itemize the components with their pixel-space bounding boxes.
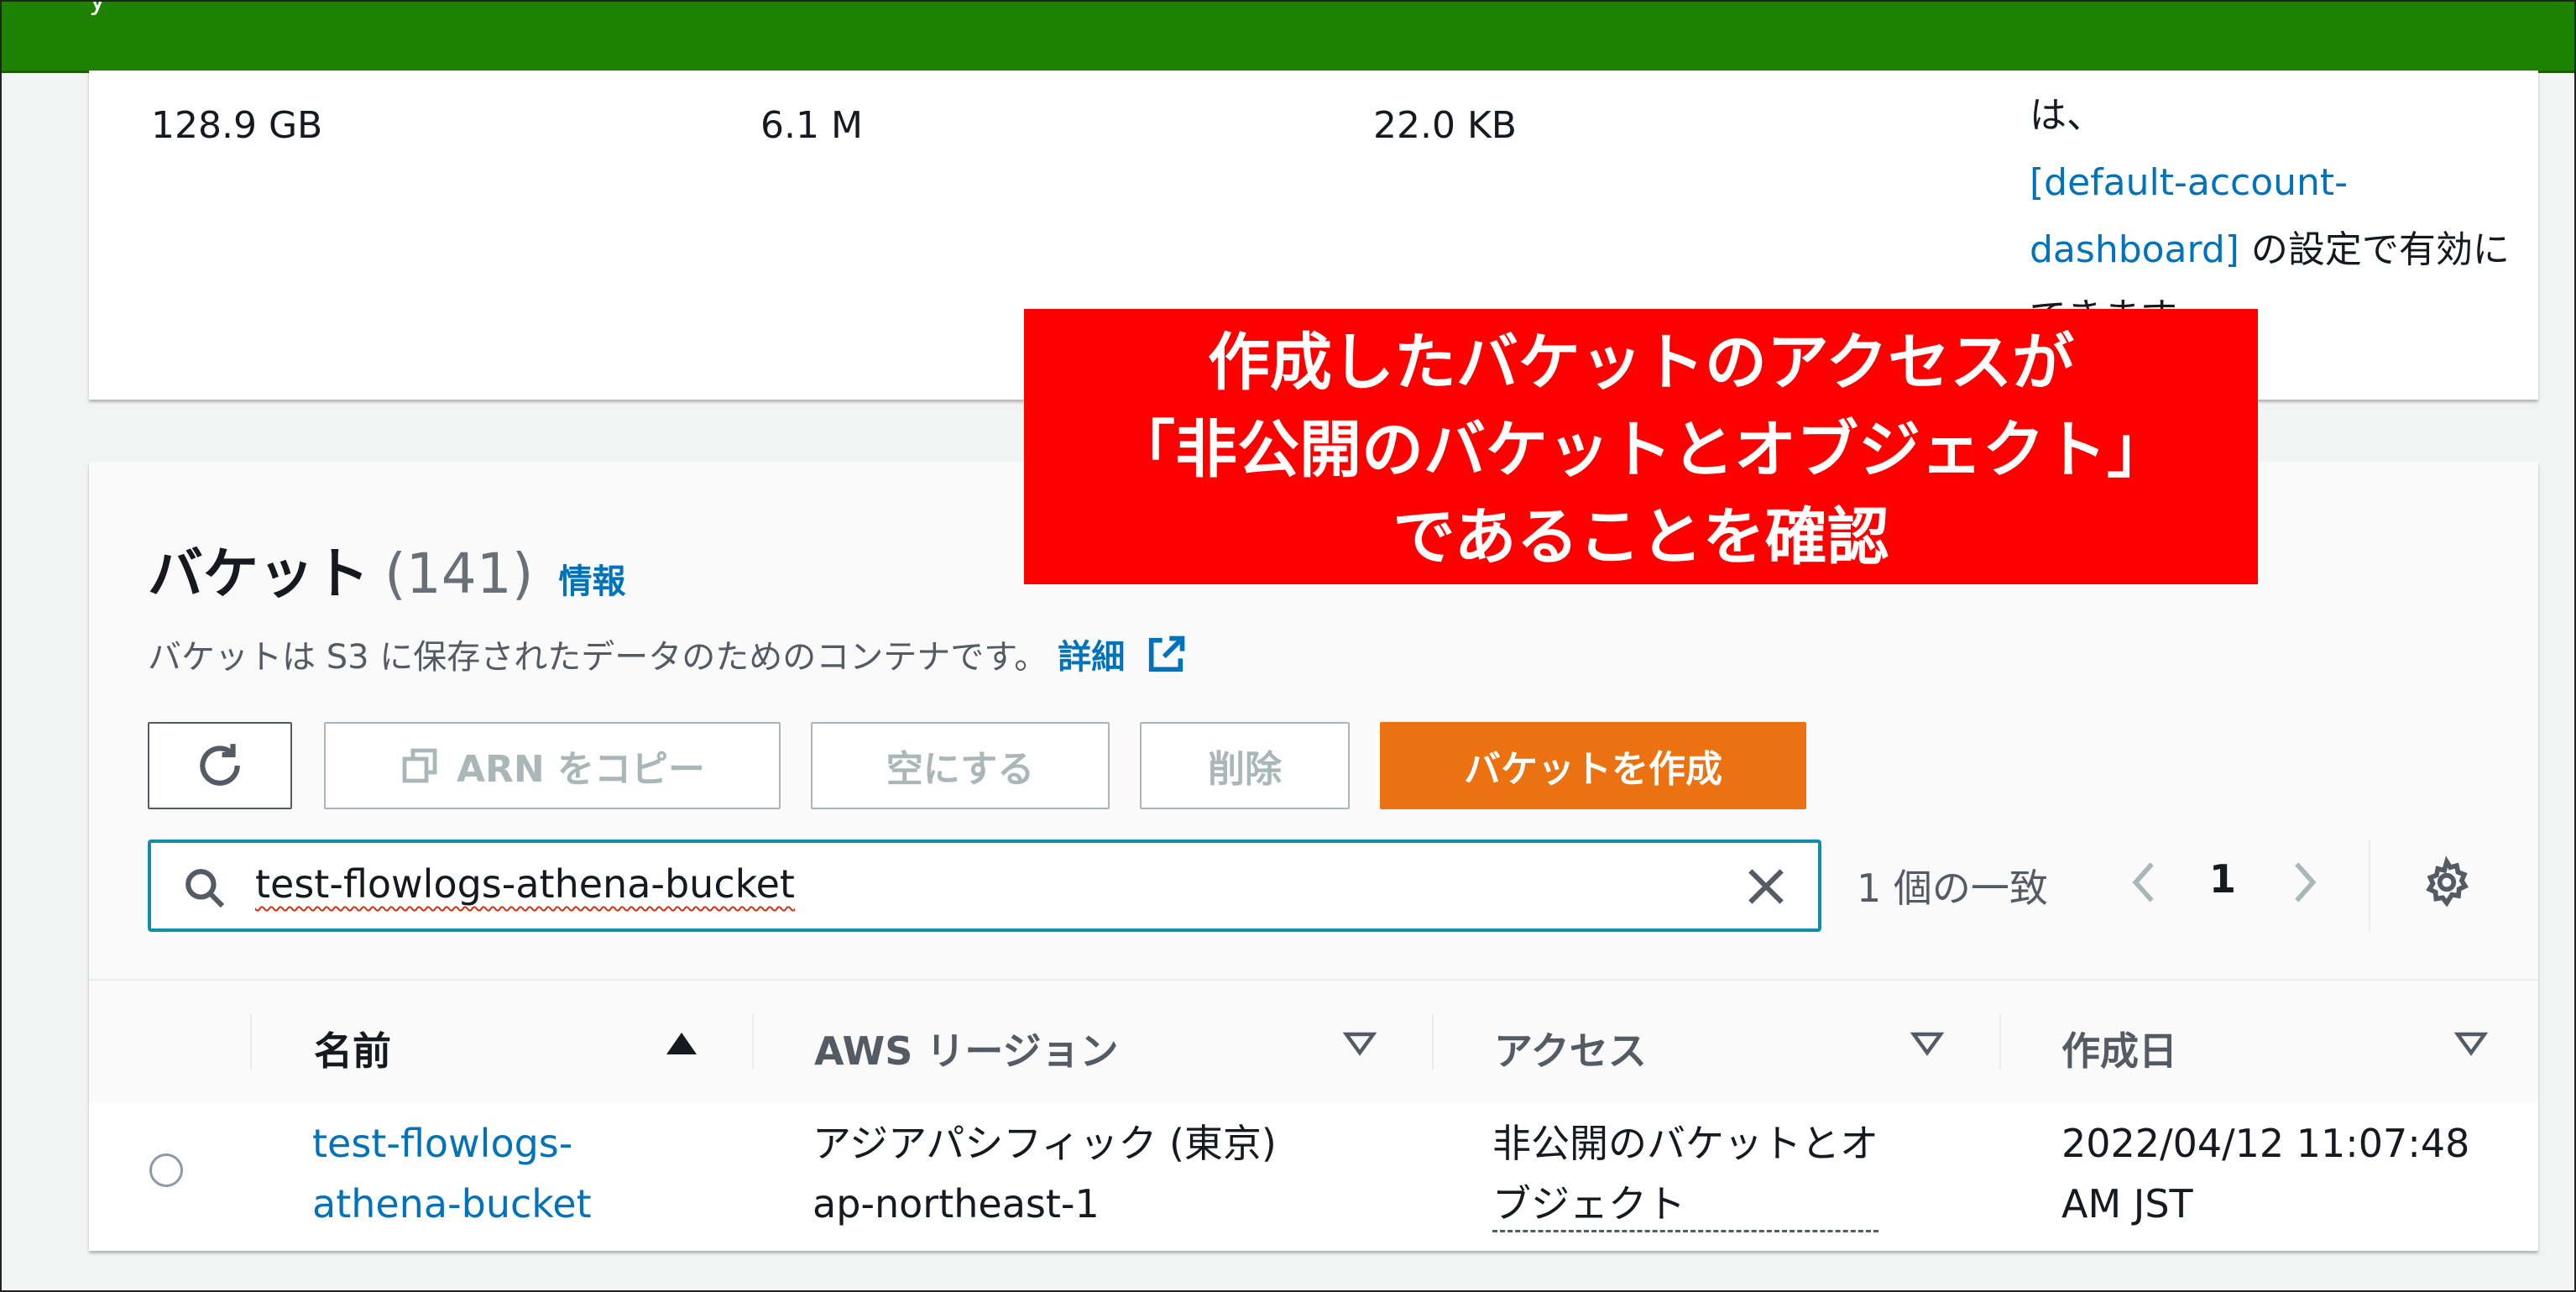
pagination-divider bbox=[2369, 840, 2370, 932]
sort-ascending-icon[interactable] bbox=[665, 1031, 698, 1059]
create-bucket-button[interactable]: バケットを作成 bbox=[1380, 722, 1806, 809]
column-name-header[interactable]: 名前 bbox=[314, 1021, 391, 1076]
copy-arn-button[interactable]: ARN をコピー bbox=[324, 722, 781, 809]
access-part2-text: ブジェクト bbox=[1492, 1181, 1685, 1227]
note-text-2: の設定で有効に bbox=[2239, 228, 2510, 271]
callout-line-1: 作成したバケットのアクセスが bbox=[1207, 327, 2075, 399]
empty-button[interactable]: 空にする bbox=[811, 722, 1110, 809]
delete-button[interactable]: 削除 bbox=[1140, 722, 1350, 809]
avg-object-size-value: 22.0 KB bbox=[1373, 104, 1517, 147]
bucket-region: アジアパシフィック (東京) ap-northeast-1 bbox=[813, 1113, 1400, 1234]
settings-gear-icon[interactable] bbox=[2421, 855, 2473, 912]
dashboard-link-part1: [default-account- bbox=[2030, 161, 2349, 204]
bucket-search-box[interactable]: test-flowlogs-athena-bucket bbox=[148, 840, 1821, 932]
external-link-icon[interactable] bbox=[1144, 633, 1188, 685]
dashboard-link-part2: dashboard] bbox=[2030, 228, 2239, 271]
bucket-name-link[interactable]: test-flowlogs- athena-bucket bbox=[312, 1113, 648, 1234]
column-divider bbox=[250, 1014, 252, 1070]
callout-line-3: であることを確認 bbox=[1393, 501, 1889, 573]
match-count: 1 個の一致 bbox=[1857, 866, 2048, 911]
column-divider bbox=[1432, 1014, 1434, 1070]
bucket-access: 非公開のバケットとオ ブジェクト bbox=[1492, 1113, 1996, 1234]
note-text-1: は、 bbox=[2030, 94, 2103, 137]
column-access-header[interactable]: アクセス bbox=[1494, 1021, 1647, 1076]
sort-access-icon[interactable] bbox=[1910, 1031, 1945, 1059]
total-storage-value: 128.9 GB bbox=[151, 104, 323, 147]
callout-line-2: 「非公開のバケットとオブジェクト」 bbox=[1113, 414, 2169, 486]
description-text: バケットは S3 に保存されたデータのためのコンテナです。 bbox=[148, 638, 1048, 677]
column-created-header[interactable]: 作成日 bbox=[2061, 1021, 2177, 1076]
sort-created-icon[interactable] bbox=[2453, 1031, 2489, 1059]
object-count-value: 6.1 M bbox=[760, 104, 863, 147]
search-icon bbox=[181, 865, 228, 915]
column-divider bbox=[1999, 1014, 2001, 1070]
next-page-icon[interactable] bbox=[2285, 858, 2325, 910]
column-divider bbox=[752, 1014, 754, 1070]
panel-title: バケット (141) 情報 bbox=[148, 529, 625, 609]
current-page[interactable]: 1 bbox=[2209, 856, 2236, 902]
sort-region-icon[interactable] bbox=[1342, 1031, 1377, 1059]
bucket-name-part1: test-flowlogs- bbox=[312, 1121, 573, 1166]
info-link[interactable]: 情報 bbox=[558, 562, 625, 601]
flash-banner: y bbox=[2, 2, 2574, 73]
row-select-radio[interactable] bbox=[149, 1153, 183, 1187]
learn-more-link[interactable]: 詳細 bbox=[1058, 638, 1125, 677]
column-region-header[interactable]: AWS リージョン bbox=[814, 1021, 1119, 1076]
clear-search-icon[interactable] bbox=[1743, 863, 1790, 913]
table-header: 名前 AWS リージョン アクセス 作成日 bbox=[89, 979, 2538, 1105]
copy-icon bbox=[402, 748, 437, 783]
refresh-button[interactable] bbox=[148, 722, 292, 809]
access-part2: ブジェクト bbox=[1492, 1181, 1878, 1232]
table-row: test-flowlogs- athena-bucket アジアパシフィック (… bbox=[89, 1103, 2538, 1251]
access-part1: 非公開のバケットとオ bbox=[1492, 1121, 1878, 1166]
search-input[interactable]: test-flowlogs-athena-bucket bbox=[255, 861, 795, 907]
region-code: ap-northeast-1 bbox=[813, 1181, 1100, 1227]
banner-text: y bbox=[89, 2, 106, 17]
bucket-created-date: 2022/04/12 11:07:48 AM JST bbox=[2061, 1113, 2515, 1234]
bucket-count: (141) bbox=[384, 541, 534, 606]
annotation-callout: 作成したバケットのアクセスが 「非公開のバケットとオブジェクト」 であることを確… bbox=[1024, 309, 2258, 584]
previous-page-icon[interactable] bbox=[2124, 858, 2164, 910]
region-name: アジアパシフィック (東京) bbox=[813, 1121, 1277, 1166]
created-date: 2022/04/12 11:07:48 bbox=[2061, 1121, 2470, 1166]
bucket-name-part2: athena-bucket bbox=[312, 1181, 592, 1227]
refresh-icon bbox=[200, 744, 240, 786]
panel-description: バケットは S3 に保存されたデータのためのコンテナです。 詳細 bbox=[148, 630, 1188, 685]
buckets-heading: バケット bbox=[148, 541, 369, 606]
copy-arn-label: ARN をコピー bbox=[456, 748, 706, 791]
created-time-zone: AM JST bbox=[2061, 1181, 2193, 1227]
